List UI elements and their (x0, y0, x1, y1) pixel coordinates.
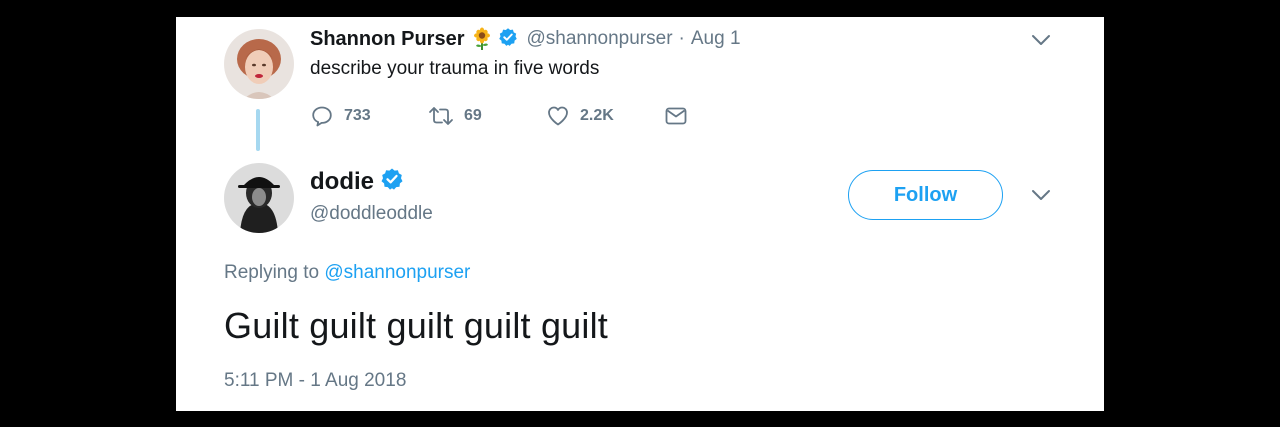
retweet-count: 69 (464, 107, 482, 124)
chevron-down-icon[interactable] (1031, 34, 1051, 46)
reply-count: 733 (344, 107, 371, 124)
direct-message-button[interactable] (664, 104, 688, 128)
replying-prefix: Replying to (224, 262, 320, 283)
avatar[interactable] (224, 163, 294, 233)
like-count: 2.2K (580, 107, 614, 124)
author-name[interactable]: dodie (310, 168, 374, 196)
avatar-photo-dodie (224, 163, 294, 233)
tweet-timestamp[interactable]: 5:11 PM - 1 Aug 2018 (224, 370, 406, 392)
avatar-photo-shannon (224, 29, 294, 99)
retweet-icon (429, 107, 453, 125)
envelope-icon (665, 107, 687, 125)
sunflower-icon (470, 27, 494, 51)
like-button[interactable]: 2.2K (546, 104, 664, 128)
tweet-actions: 733 69 2.2K (310, 103, 688, 129)
author-handle[interactable]: @shannonpurser (526, 28, 672, 50)
author-name[interactable]: Shannon Purser (310, 28, 464, 51)
meta-separator: · (678, 28, 685, 49)
verified-badge-icon (498, 27, 518, 52)
author-handle[interactable]: @doddleoddle (310, 203, 433, 225)
replying-to: Replying to @shannonpurser (224, 262, 470, 284)
reply-button[interactable]: 733 (310, 104, 428, 128)
thread-connector-line (256, 109, 260, 151)
tweet-card: Shannon Purser @shannonpurser · Aug 1 de… (176, 17, 1104, 411)
retweet-button[interactable]: 69 (428, 104, 546, 128)
parent-tweet-header: Shannon Purser @shannonpurser · Aug 1 (310, 27, 741, 51)
reply-tweet-text: Guilt guilt guilt guilt guilt (224, 305, 608, 346)
heart-icon (548, 106, 568, 126)
verified-badge-icon (380, 167, 404, 196)
reply-author-row: dodie (310, 167, 404, 196)
avatar[interactable] (224, 29, 294, 99)
reply-icon (312, 106, 332, 127)
parent-tweet-text: describe your trauma in five words (310, 58, 600, 79)
mention-link[interactable]: @shannonpurser (324, 262, 470, 283)
follow-button[interactable]: Follow (848, 170, 1003, 220)
tweet-date[interactable]: Aug 1 (691, 28, 741, 50)
chevron-down-icon[interactable] (1031, 189, 1051, 201)
